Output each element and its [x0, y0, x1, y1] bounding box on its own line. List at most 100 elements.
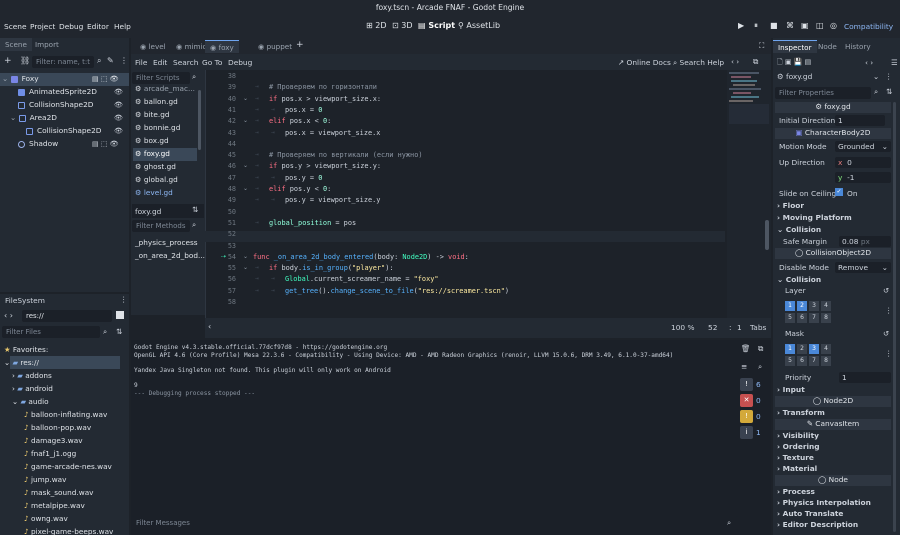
script-menu-goto[interactable]: Go To [202, 58, 222, 67]
menu-editor[interactable]: Editor [87, 22, 109, 31]
visibility-icon[interactable]: 👁 [114, 114, 123, 122]
code-line[interactable]: get_tree().change_scene_to_file("res://s… [285, 287, 509, 298]
tree-node-foxy[interactable]: ⌄ Foxy [2, 74, 39, 87]
menu-dots-icon[interactable]: ⋮ [885, 306, 892, 315]
tab-scene[interactable]: Scene [0, 38, 32, 51]
filter-icon[interactable]: ⌕ [97, 56, 101, 66]
menu-dots-icon[interactable]: ⋮ [120, 295, 127, 304]
mask-bit[interactable]: 2 [797, 344, 807, 354]
layer-bit[interactable]: 3 [809, 301, 819, 311]
renderer-select[interactable]: Compatibility [844, 22, 893, 31]
workspace-assetlib[interactable]: ⚲ AssetLib [458, 21, 500, 30]
script-item[interactable]: ⚙ arcade_mac... [135, 84, 195, 97]
group-visibility-icon[interactable]: ▤ ⬚ 👁 [92, 140, 119, 148]
search-icon[interactable]: ⌕ [758, 362, 762, 372]
section-collision-layers[interactable]: ⌄ Collision [777, 275, 821, 284]
warning-filter-icon[interactable]: ! [740, 410, 753, 423]
code-minimap[interactable] [727, 70, 771, 318]
code-line[interactable]: func _on_area_2d_body_entered(body: Node… [253, 253, 469, 264]
attach-script-icon[interactable]: ✎ [107, 56, 114, 65]
collapse-icon[interactable]: ≡ [741, 362, 747, 371]
workspace-script[interactable]: ▤ Script [418, 21, 455, 30]
section-material[interactable]: › Material [777, 464, 817, 473]
path-field[interactable]: res:// [22, 310, 112, 322]
workspace-3d[interactable]: ⊡ 3D [392, 21, 413, 30]
mask-bit[interactable]: 5 [785, 356, 795, 366]
history-nav-icon[interactable]: ‹ › [865, 58, 873, 67]
visibility-icon[interactable]: 👁 [114, 127, 123, 135]
menu-scene[interactable]: Scene [4, 22, 27, 31]
file-item[interactable]: ♪ damage3.wav [24, 436, 83, 449]
search-icon[interactable]: ⌕ [103, 327, 107, 337]
resource-row[interactable]: ⚙ foxy.gd [777, 72, 812, 81]
properties-filter-input[interactable]: Filter Properties [775, 87, 871, 99]
code-line[interactable]: pos.x = viewport_size.x [285, 129, 380, 140]
sort-icon[interactable]: ⇅ [192, 205, 198, 214]
tree-node-animatedsprite[interactable]: AnimatedSprite2D [18, 87, 97, 100]
tab-level[interactable]: ◉ level [135, 40, 171, 53]
layer-bit[interactable]: 8 [821, 313, 831, 323]
back-icon[interactable]: ‹ › [4, 311, 13, 320]
mask-bit[interactable]: 6 [797, 356, 807, 366]
menu-help[interactable]: Help [114, 22, 131, 31]
copy-output-icon[interactable]: ⧉ [758, 344, 763, 354]
script-item[interactable]: ⚙ bite.gd [135, 110, 169, 123]
editor-message-filter-icon[interactable]: i [740, 426, 753, 439]
safe-margin-field[interactable]: 0.08 px [839, 236, 891, 247]
visibility-icon[interactable]: 👁 [114, 101, 123, 109]
layer-bit[interactable]: 6 [797, 313, 807, 323]
script-item[interactable]: ⚙ global.gd [135, 175, 178, 188]
motion-mode-select[interactable]: Grounded ⌄ [835, 141, 891, 152]
code-line[interactable]: global_position = pos [269, 219, 356, 230]
folder-addons[interactable]: › ▰ addons [12, 371, 52, 384]
fold-arrow-icon[interactable]: ⌄ [243, 264, 248, 271]
code-line[interactable]: if pos.x > viewport_size.x: [269, 95, 381, 106]
online-docs-button[interactable]: ↗ Online Docs [618, 58, 671, 67]
movie-icon[interactable]: ◎ [830, 21, 837, 30]
code-line[interactable]: pos.x = 0 [285, 106, 322, 117]
layer-bit[interactable]: 5 [785, 313, 795, 323]
method-item[interactable]: _physics_process [135, 238, 198, 251]
add-node-icon[interactable]: + [4, 56, 12, 66]
messages-filter-input[interactable]: Filter Messages [132, 516, 738, 530]
mask-bit[interactable]: 3 [809, 344, 819, 354]
scrollbar[interactable] [198, 90, 201, 150]
menu-dots-icon[interactable]: ⋮ [120, 56, 128, 65]
section-texture[interactable]: › Texture [777, 453, 814, 462]
script-menu-search[interactable]: Search [173, 58, 198, 67]
code-line[interactable]: # Проверяем по вертикали (если нужно) [269, 151, 423, 162]
fold-arrow-icon[interactable]: ⌄ [243, 162, 248, 169]
layer-bit[interactable]: 2 [797, 301, 807, 311]
scrollbar[interactable] [893, 102, 896, 532]
tab-history[interactable]: History [840, 40, 876, 53]
new-tab-icon[interactable]: + [296, 40, 304, 50]
play-scene-icon[interactable]: ▣ [801, 21, 809, 30]
scripts-filter-input[interactable]: Filter Scripts [132, 72, 190, 84]
priority-field[interactable]: 1 [839, 372, 891, 383]
tab-foxy[interactable]: ◉ foxy [205, 40, 239, 53]
fold-arrow-icon[interactable]: ⌄ [243, 95, 248, 102]
message-filter-icon[interactable]: ! [740, 378, 753, 391]
scene-filter-input[interactable]: Filter: name, t:t [32, 56, 94, 68]
file-item[interactable]: ♪ jump.wav [24, 475, 66, 488]
play-custom-icon[interactable]: ◫ [816, 21, 824, 30]
file-item[interactable]: ♪ game-arcade-nes.wav [24, 462, 112, 475]
script-item[interactable]: ⚙ ballon.gd [135, 97, 178, 110]
signal-connection-icon[interactable]: ⇢ [221, 253, 226, 260]
sort-icon[interactable]: ⇅ [116, 327, 122, 336]
tab-node[interactable]: Node [813, 40, 842, 53]
code-line[interactable]: if body.is_in_group("player"): [269, 264, 394, 275]
error-filter-icon[interactable]: ✕ [740, 394, 753, 407]
fold-arrow-icon[interactable]: ⌄ [243, 185, 248, 192]
section-ordering[interactable]: › Ordering [777, 442, 820, 451]
script-menu-edit[interactable]: Edit [153, 58, 167, 67]
disable-mode-select[interactable]: Remove ⌄ [835, 262, 891, 273]
code-line[interactable]: # Проверяем по горизонтали [269, 83, 377, 94]
zoom-level[interactable]: 100 % [671, 323, 694, 332]
script-item[interactable]: ⚙ ghost.gd [135, 162, 176, 175]
remote-debug-icon[interactable]: ⌘ [786, 21, 794, 30]
node-script-icon[interactable]: ▤ ⬚ 👁 [92, 75, 119, 83]
code-line[interactable]: if pos.y > viewport_size.y: [269, 162, 381, 173]
menu-debug[interactable]: Debug [59, 22, 83, 31]
mask-bit[interactable]: 1 [785, 344, 795, 354]
